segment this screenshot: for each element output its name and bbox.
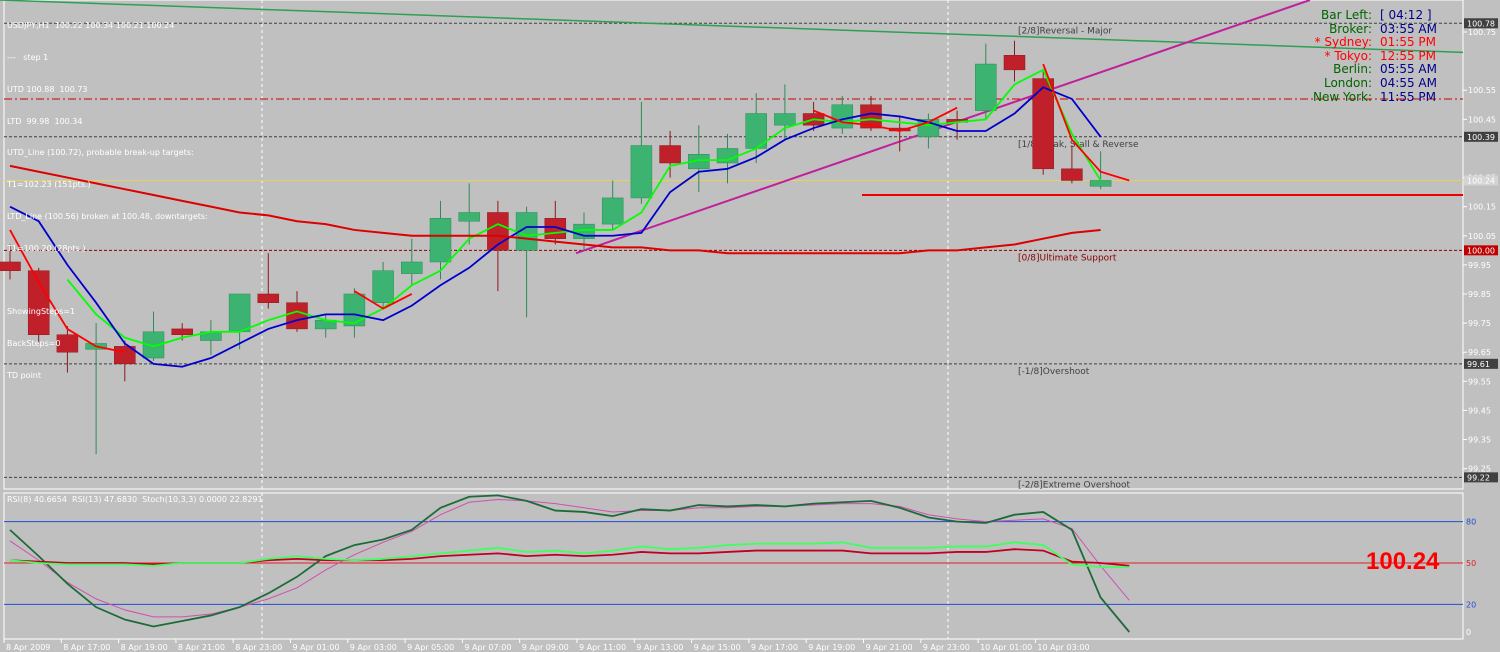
indicator-panel bbox=[3, 492, 1464, 640]
time-tick-label: 9 Apr 07:00 bbox=[464, 643, 511, 652]
step-label: --- step 1 bbox=[7, 52, 49, 62]
price-tag-label: 99.61 bbox=[1467, 360, 1490, 369]
time-axis: 8 Apr 2009 8 Apr 17:00 8 Apr 19:00 8 Apr 21… bbox=[3, 639, 1090, 652]
info-line: T1=100.20 (28pts.) bbox=[7, 243, 86, 253]
info-line: ShowingSteps=1 bbox=[7, 307, 76, 317]
clock-value: 03:55 AM bbox=[1380, 21, 1437, 36]
indicator-level-label: 50 bbox=[1466, 559, 1476, 568]
price-tick-label: 99.85 bbox=[1468, 290, 1491, 299]
clock-label: Bar Left: bbox=[1321, 8, 1372, 22]
bullish-candle bbox=[228, 293, 251, 333]
time-tick-label: 8 Apr 23:00 bbox=[235, 643, 282, 652]
info-line: UTD 100.88 100.73 bbox=[7, 84, 88, 94]
bullish-candle bbox=[429, 218, 452, 263]
current-price-big: 100.24 bbox=[1366, 548, 1440, 575]
price-tick-label: 99.75 bbox=[1468, 319, 1491, 328]
info-line: BackSteps=0 bbox=[7, 339, 61, 348]
price-tick-label: 100.15 bbox=[1468, 203, 1496, 212]
price-tick-label: 99.45 bbox=[1468, 406, 1491, 415]
info-line: LTD_Line (100.56) broken at 100.48, down… bbox=[7, 211, 208, 221]
bullish-candle bbox=[630, 145, 653, 199]
price-tick-label: 100.55 bbox=[1468, 86, 1496, 95]
indicator-level-label: 0 bbox=[1466, 628, 1471, 637]
time-tick-label: 9 Apr 03:00 bbox=[350, 643, 397, 652]
clock-label: Broker: bbox=[1329, 21, 1372, 36]
clock-label: * Tokyo: bbox=[1324, 48, 1372, 63]
clock-value: 04:55 AM bbox=[1380, 76, 1437, 90]
time-tick-label: 9 Apr 19:00 bbox=[808, 643, 855, 652]
bullish-candle bbox=[343, 293, 366, 327]
time-tick-label: 9 Apr 11:00 bbox=[579, 643, 626, 652]
info-line: TD point bbox=[7, 370, 41, 380]
price-tag-label: 100.24 bbox=[1467, 176, 1495, 185]
info-line: T1=102.23 (151pts.) bbox=[7, 180, 91, 190]
time-tick-label: 8 Apr 17:00 bbox=[63, 643, 110, 652]
clock-value: 11:55 PM bbox=[1380, 89, 1436, 104]
time-tick-label: 9 Apr 23:00 bbox=[923, 643, 970, 652]
price-tick-label: 99.55 bbox=[1468, 377, 1491, 386]
time-tick-label: 9 Apr 15:00 bbox=[694, 643, 741, 652]
price-tick-label: 99.35 bbox=[1468, 436, 1491, 445]
time-tick-label: 10 Apr 01:00 bbox=[980, 643, 1032, 652]
time-tick-label: 9 Apr 13:00 bbox=[636, 643, 683, 652]
bullish-candle bbox=[831, 104, 854, 129]
clock-value: 01:55 PM bbox=[1380, 35, 1436, 50]
bullish-candle bbox=[774, 113, 796, 126]
time-tick-label: 9 Apr 05:00 bbox=[407, 643, 454, 652]
clock-label: Berlin: bbox=[1333, 62, 1372, 77]
price-tick-label: 100.75 bbox=[1468, 28, 1496, 37]
clock-label: * Sydney: bbox=[1314, 35, 1372, 50]
price-tag-label: 100.78 bbox=[1467, 19, 1495, 28]
price-tag-label: 100.00 bbox=[1467, 246, 1495, 255]
time-tick-label: 8 Apr 19:00 bbox=[121, 643, 168, 652]
bullish-candle bbox=[601, 197, 624, 225]
price-tick-label: 99.95 bbox=[1468, 261, 1491, 270]
time-tick-label: 9 Apr 09:00 bbox=[522, 643, 569, 652]
time-tick-label: 10 Apr 03:00 bbox=[1037, 643, 1089, 652]
bearish-candle bbox=[659, 145, 681, 164]
indicator-level-label: 80 bbox=[1466, 518, 1476, 527]
main-panel bbox=[3, 0, 1464, 490]
price-tag-label: 99.22 bbox=[1467, 473, 1490, 482]
bearish-candle bbox=[1003, 55, 1026, 71]
clock-value: 05:55 AM bbox=[1380, 62, 1437, 77]
info-line bbox=[7, 275, 208, 286]
price-tick-label: 100.45 bbox=[1468, 115, 1496, 124]
murrey-level-label: [-2/8]Extreme Overshoot bbox=[1018, 480, 1131, 490]
bearish-candle bbox=[1032, 78, 1054, 170]
clock-value: [ 04:12 ] bbox=[1380, 8, 1432, 22]
price-tick-label: 99.65 bbox=[1468, 348, 1491, 357]
price-tick-label: 100.05 bbox=[1468, 232, 1496, 241]
time-tick-label: 9 Apr 01:00 bbox=[293, 643, 340, 652]
bearish-candle bbox=[257, 293, 280, 303]
time-tick-label: 9 Apr 21:00 bbox=[866, 643, 913, 652]
time-tick-label: 9 Apr 17:00 bbox=[751, 643, 798, 652]
time-tick-label: 8 Apr 21:00 bbox=[178, 643, 225, 652]
price-tick-label: 99.25 bbox=[1468, 465, 1491, 474]
murrey-level-label: [-1/8]Overshoot bbox=[1018, 367, 1090, 377]
clock-label: New York: bbox=[1313, 89, 1372, 104]
bullish-candle bbox=[372, 270, 394, 303]
murrey-level-label: [2/8]Reversal - Major bbox=[1018, 26, 1112, 36]
symbol-header: USDJPY,H1 100.22 100.34 100.21 100.24 bbox=[7, 21, 175, 31]
bearish-candle bbox=[1061, 168, 1083, 181]
bullish-candle bbox=[458, 212, 480, 222]
clock-label: London: bbox=[1323, 76, 1372, 90]
bearish-candle bbox=[286, 302, 308, 330]
clock-value: 12:55 PM bbox=[1380, 48, 1436, 63]
info-line: LTD 99.98 100.34 bbox=[7, 116, 83, 126]
indicator-level-label: 20 bbox=[1466, 600, 1476, 609]
info-panel: USDJPY,H1 100.22 100.34 100.21 100.24 --… bbox=[7, 0, 208, 392]
info-line: UTD_Line (100.72), probable break-up tar… bbox=[7, 148, 194, 158]
price-tag-label: 100.39 bbox=[1467, 133, 1495, 142]
murrey-level-label: [0/8]Ultimate Support bbox=[1018, 253, 1117, 263]
bullish-candle bbox=[975, 63, 997, 111]
price-axis: 100.75100.55100.45100.25100.15100.0599.9… bbox=[1463, 18, 1498, 483]
bullish-candle bbox=[1089, 180, 1112, 187]
bullish-candle bbox=[401, 261, 423, 274]
time-tick-label: 8 Apr 2009 bbox=[6, 643, 50, 652]
indicator-label: RSI(8) 40.6654 RSI(13) 47.6830 Stoch(10,… bbox=[7, 495, 263, 504]
